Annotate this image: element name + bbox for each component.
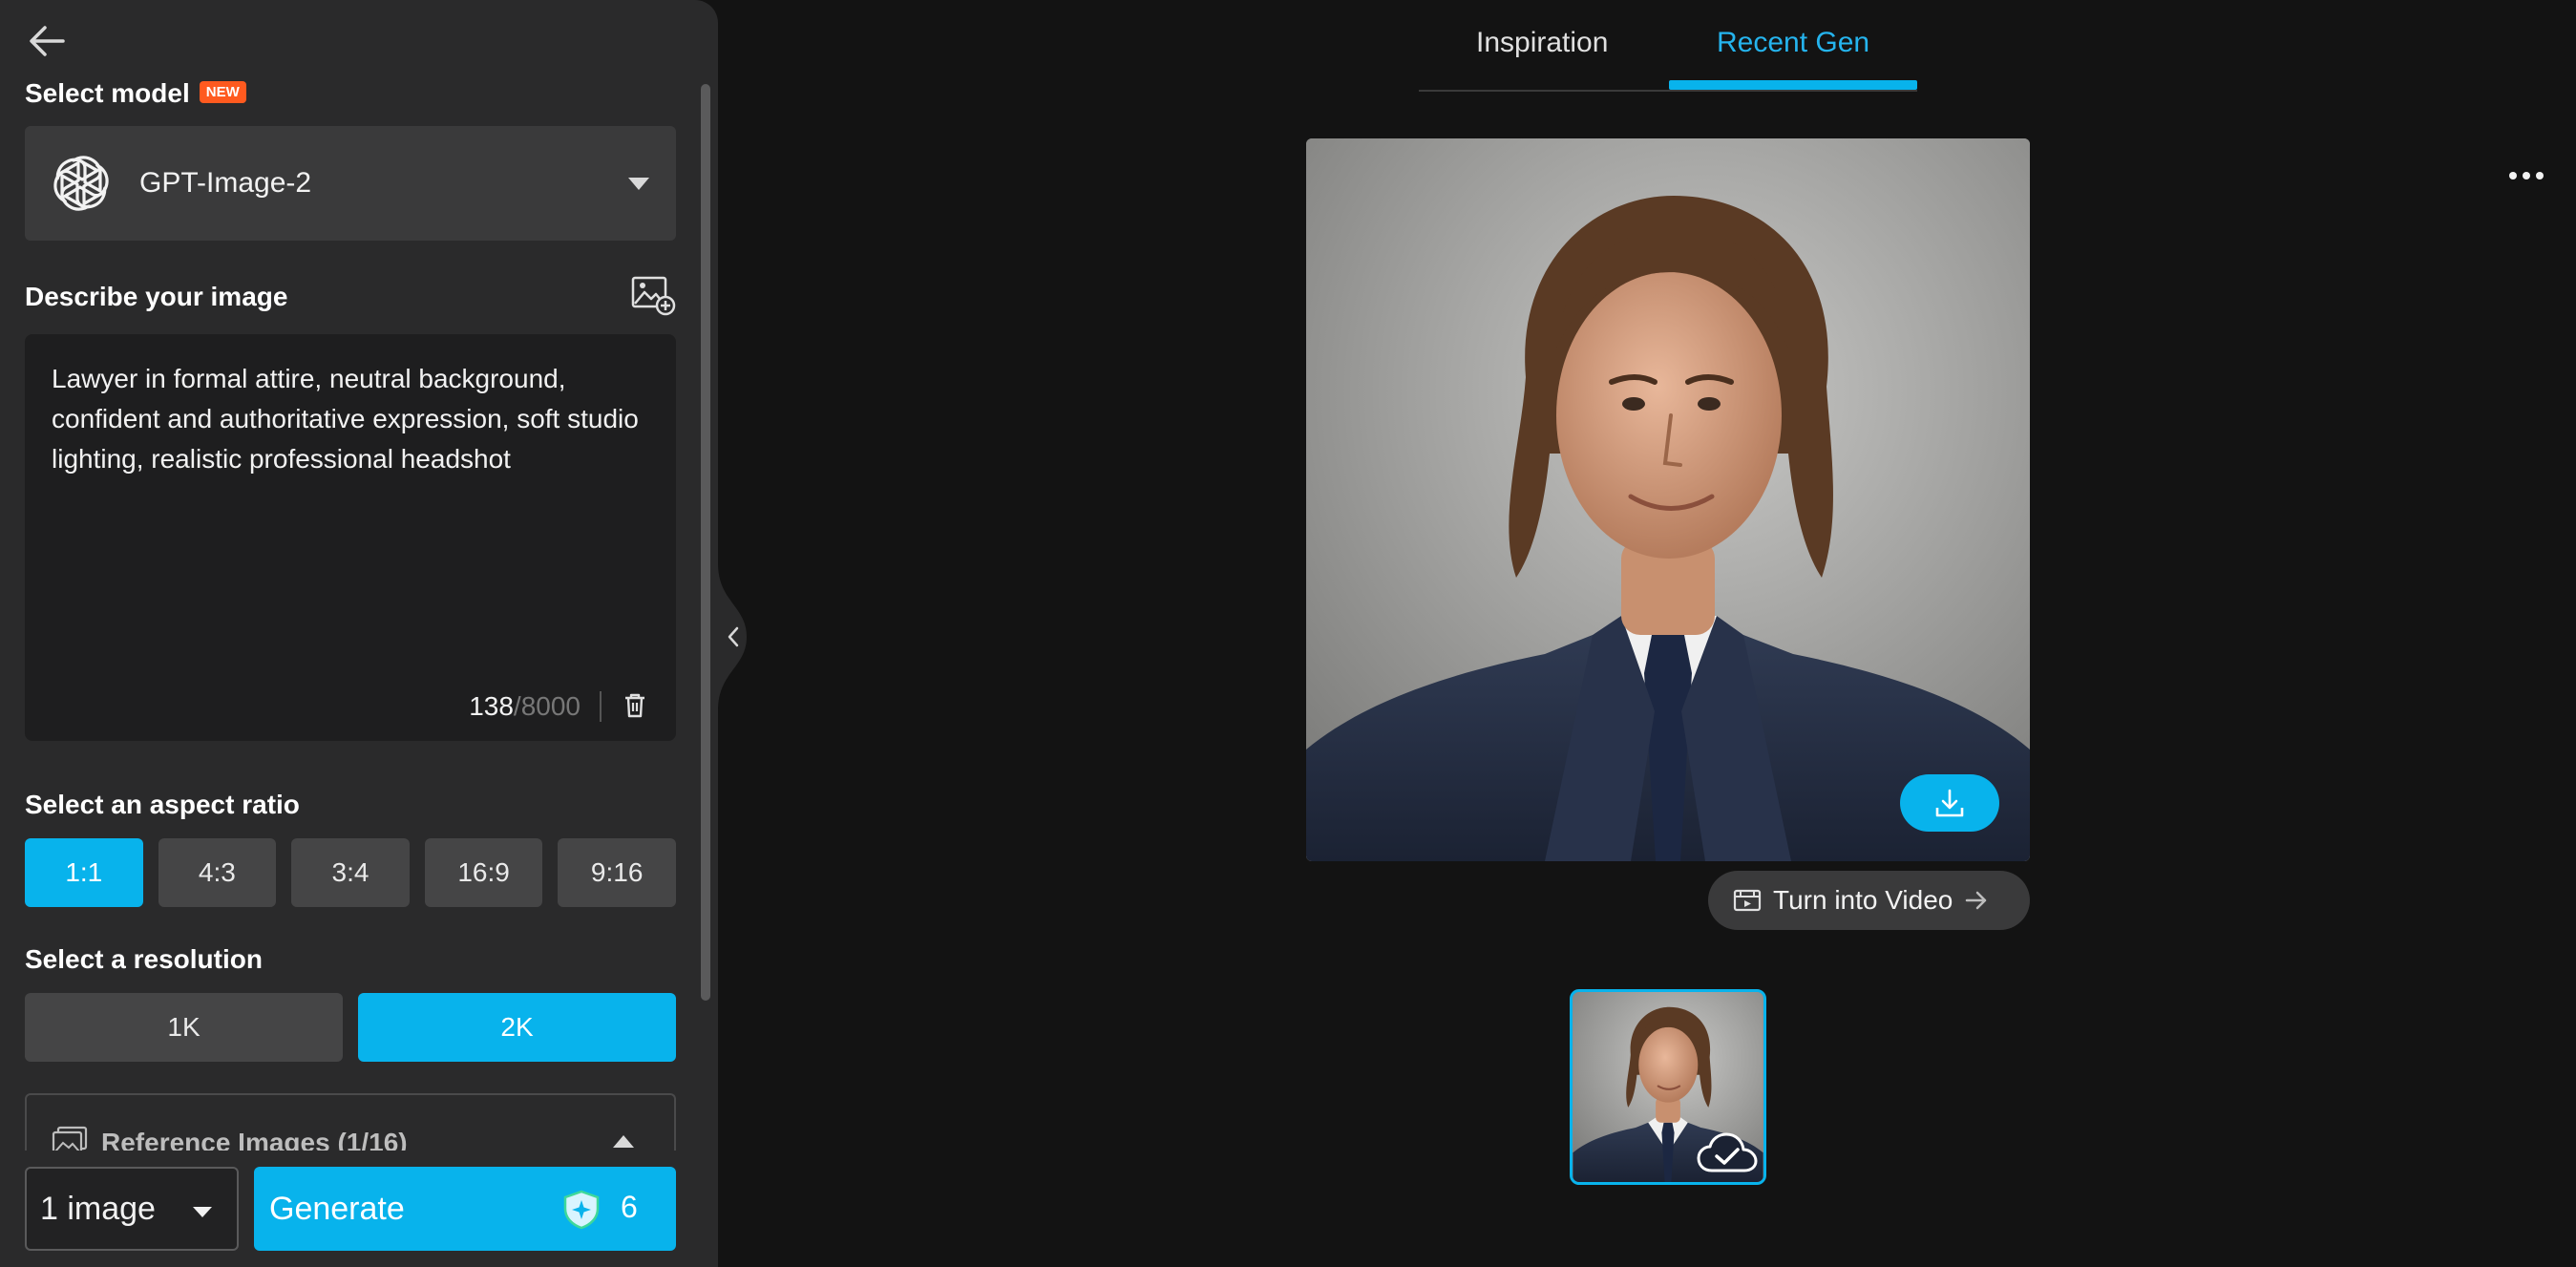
caret-down-icon (628, 178, 649, 190)
model-name: GPT-Image-2 (139, 167, 312, 199)
new-badge: NEW (199, 81, 246, 104)
generate-button[interactable]: Generate 6 (254, 1167, 676, 1251)
select-model-text: Select model (25, 78, 190, 108)
thumbnail-image[interactable] (1570, 989, 1766, 1185)
trash-icon[interactable] (621, 691, 649, 720)
reference-images-panel[interactable]: Reference Images (1/16) (25, 1093, 676, 1151)
active-tab-indicator (1669, 80, 1917, 90)
main-tabs: Inspiration Recent Gen (1419, 0, 1917, 92)
resolution-label: Select a resolution (25, 944, 263, 974)
image-count-dropdown[interactable]: 1 image (25, 1167, 239, 1251)
counter-divider (600, 691, 602, 722)
credit-count: 6 (621, 1190, 638, 1224)
describe-image-label: Describe your image (25, 282, 288, 311)
generate-bar: 1 image Generate 6 (0, 1153, 718, 1267)
turn-into-video-button[interactable]: Turn into Video (1708, 871, 2030, 930)
caret-down-icon (193, 1207, 212, 1217)
prompt-text: Lawyer in formal attire, neutral backgro… (52, 364, 639, 474)
tab-recent-gen[interactable]: Recent Gen (1717, 27, 1869, 59)
portrait-illustration (1306, 138, 2030, 861)
more-options-icon[interactable] (2507, 164, 2545, 187)
generated-image[interactable] (1306, 138, 2030, 861)
reference-images-label: Reference Images (1/16) (101, 1128, 408, 1151)
resolution-1k[interactable]: 1K (25, 993, 343, 1062)
model-dropdown[interactable]: GPT-Image-2 (25, 126, 676, 241)
sidebar-scrollbar[interactable] (701, 84, 710, 1001)
sidebar: Select model NEW GPT-Image-2 Describe yo… (0, 0, 718, 1267)
char-counter: 138/8000 (469, 691, 581, 722)
openai-logo-icon (50, 152, 113, 215)
prompt-textarea[interactable]: Lawyer in formal attire, neutral backgro… (25, 334, 676, 741)
aspect-ratio-9-16[interactable]: 9:16 (558, 838, 676, 907)
char-max: /8000 (513, 691, 581, 721)
caret-up-icon (613, 1135, 634, 1148)
image-count-value: 1 image (40, 1190, 156, 1227)
aspect-ratio-16-9[interactable]: 16:9 (424, 838, 543, 907)
generate-label: Generate (269, 1190, 405, 1227)
resolution-2k[interactable]: 2K (358, 993, 676, 1062)
arrow-right-icon (1966, 891, 1987, 910)
download-button[interactable] (1900, 774, 1999, 832)
aspect-ratio-label: Select an aspect ratio (25, 790, 300, 819)
cloud-check-icon (1697, 1132, 1758, 1172)
aspect-ratio-1-1[interactable]: 1:1 (25, 838, 143, 907)
tab-inspiration[interactable]: Inspiration (1476, 27, 1608, 59)
back-button[interactable] (25, 19, 69, 63)
arrow-left-icon (30, 26, 65, 56)
download-icon (1935, 789, 1964, 817)
video-frame-icon (1733, 889, 1762, 912)
collapse-sidebar-button[interactable] (718, 563, 749, 710)
resolution-group: 1K 2K (25, 993, 676, 1062)
credit-icon (561, 1190, 602, 1230)
image-add-icon[interactable] (630, 275, 676, 317)
aspect-ratio-group: 1:1 4:3 3:4 16:9 9:16 (25, 838, 676, 907)
aspect-ratio-4-3[interactable]: 4:3 (158, 838, 277, 907)
turn-into-video-label: Turn into Video (1773, 885, 1953, 915)
app-root: Select model NEW GPT-Image-2 Describe yo… (0, 0, 2576, 1267)
char-count: 138 (469, 691, 514, 721)
aspect-ratio-3-4[interactable]: 3:4 (291, 838, 410, 907)
images-icon (52, 1126, 88, 1151)
select-model-label: Select model NEW (25, 78, 246, 109)
